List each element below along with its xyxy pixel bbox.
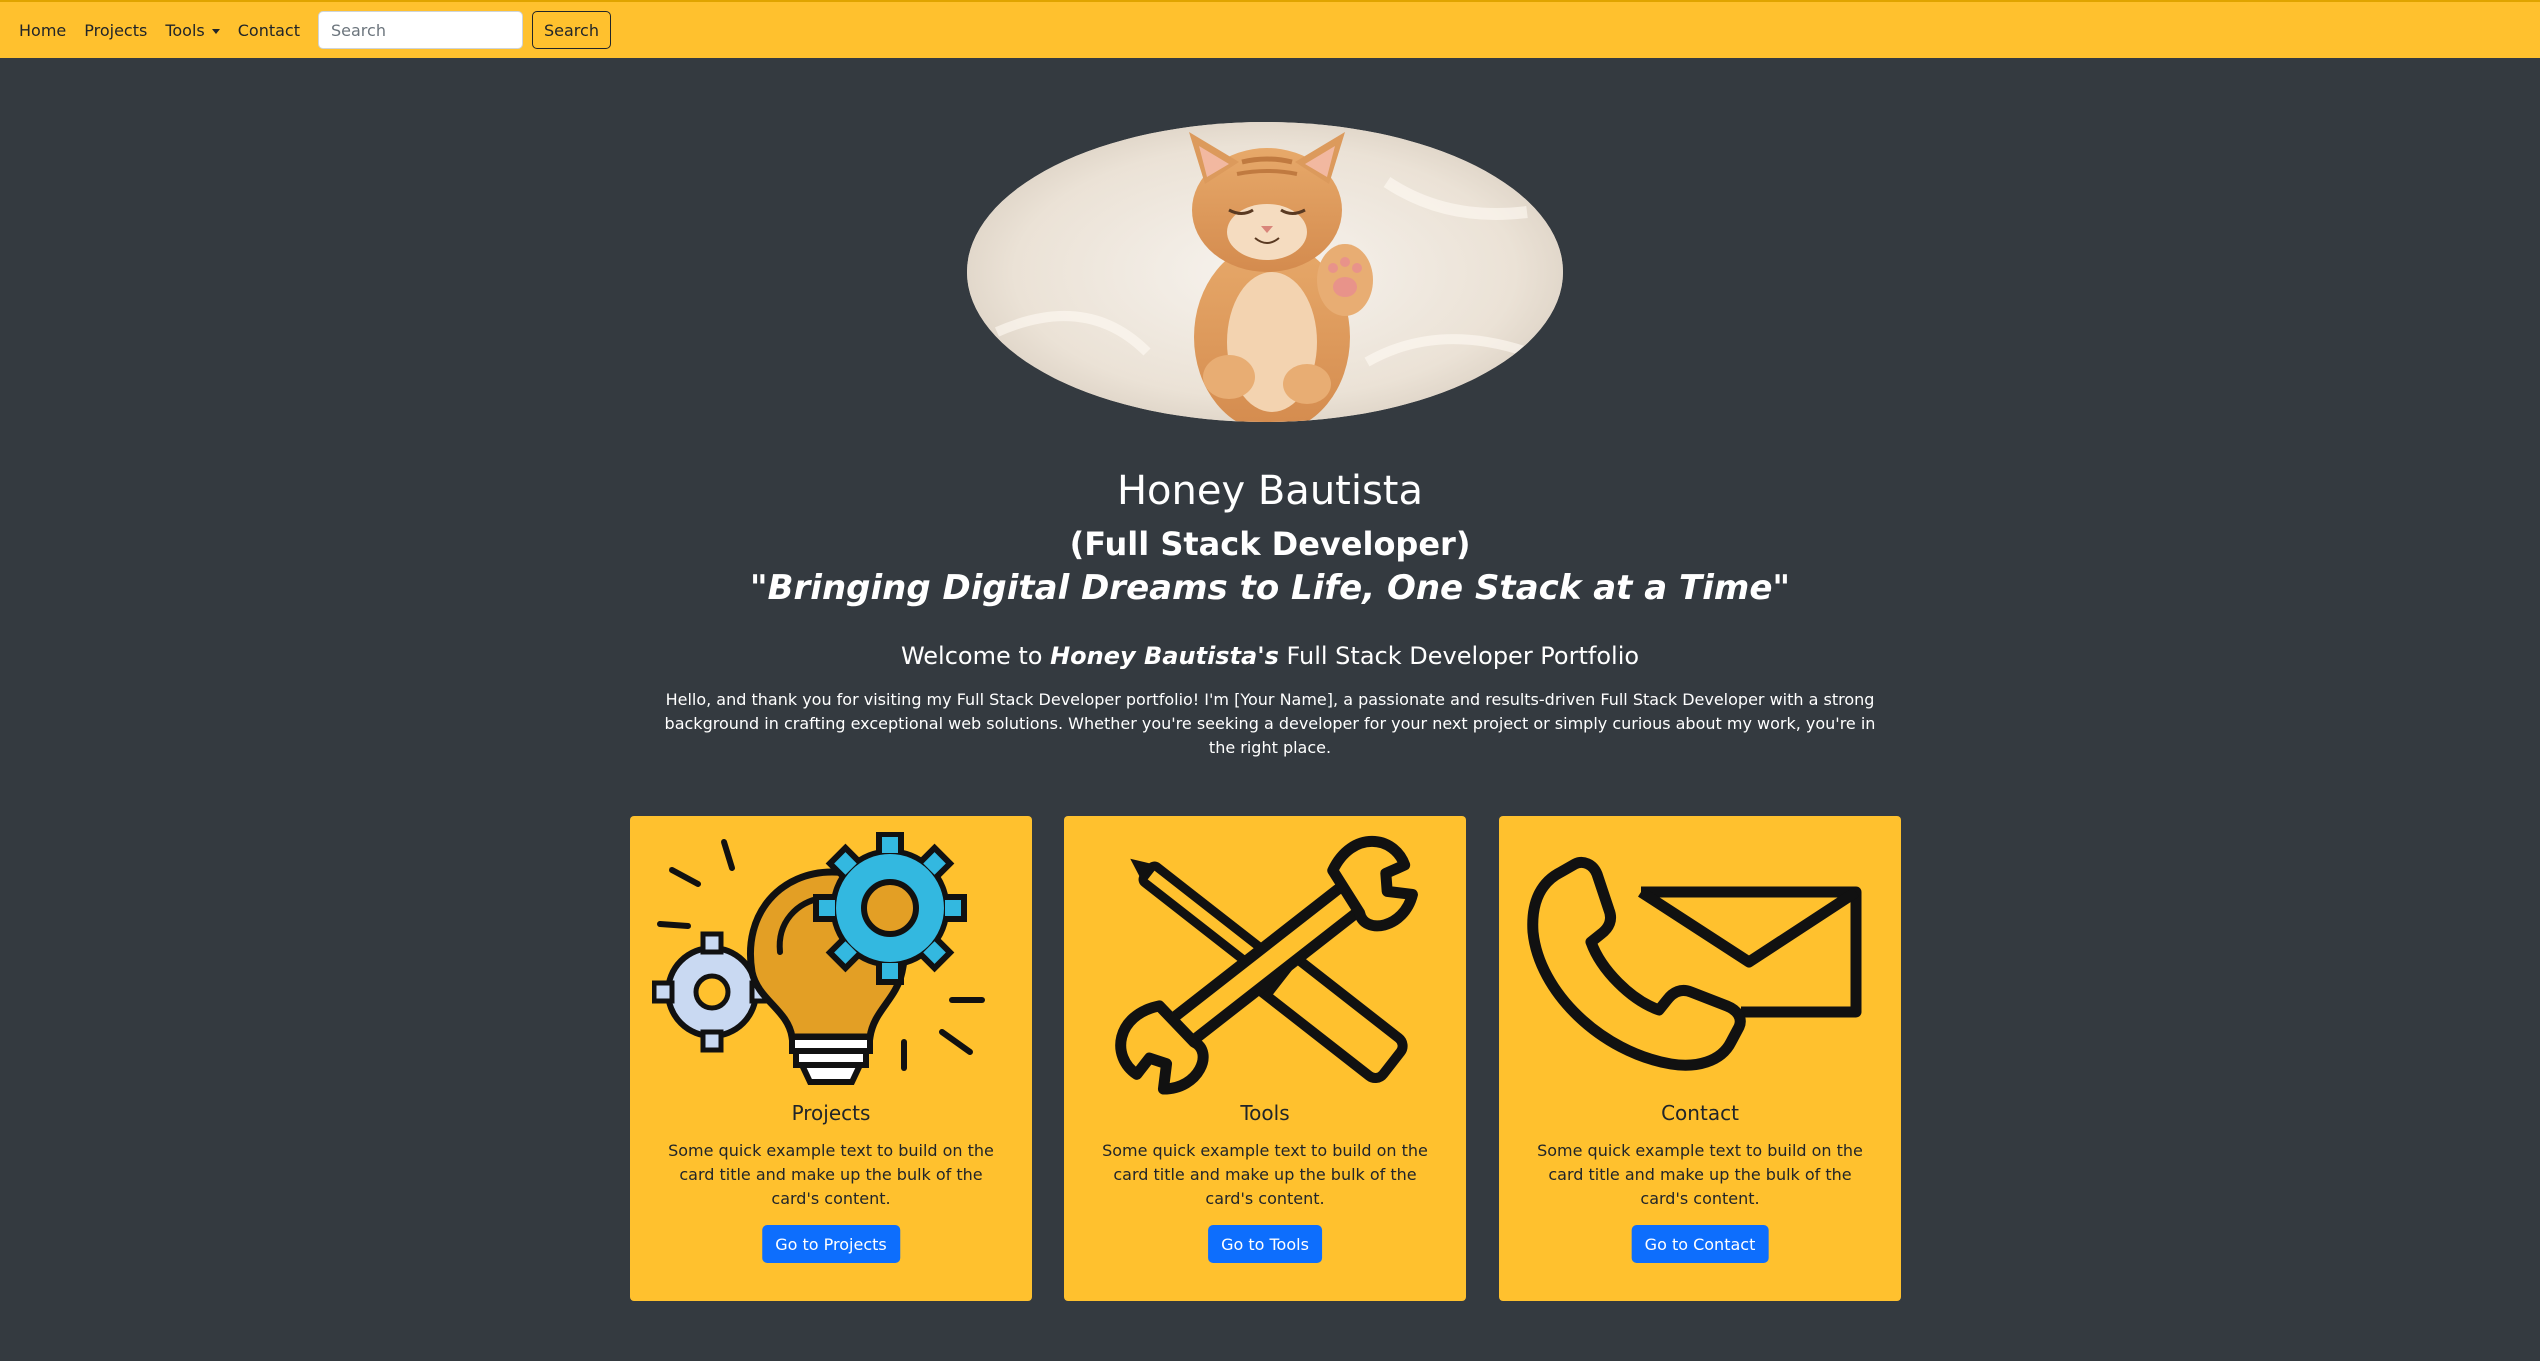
search-button[interactable]: Search [532,11,611,49]
caret-down-icon [211,28,220,34]
go-to-projects-button[interactable]: Go to Projects [762,1225,900,1263]
nav-contact[interactable]: Contact [238,21,300,40]
welcome-prefix: Welcome to [900,642,1051,670]
intro-paragraph: Hello, and thank you for visiting my Ful… [664,690,1876,757]
lightbulb-gears-icon [652,832,985,1085]
profile-photo [967,122,1563,422]
nav-tools-dropdown[interactable]: Tools [165,20,220,40]
card-tools: Tools Some quick example text to build o… [1064,816,1466,1301]
hero-motto: "Bringing Digital Dreams to Life, One St… [749,568,1791,608]
card-text: Some quick example text to build on the … [1537,1141,1863,1208]
card-text: Some quick example text to build on the … [668,1141,994,1208]
card-projects: Projects Some quick example text to buil… [630,816,1032,1301]
nav-tools-label: Tools [165,20,205,40]
card-contact: Contact Some quick example text to build… [1499,816,1901,1301]
card-title: Contact [1661,1101,1739,1125]
nav-projects[interactable]: Projects [84,21,147,40]
go-to-tools-button[interactable]: Go to Tools [1208,1225,1322,1263]
welcome-suffix: Full Stack Developer Portfolio [1278,642,1640,670]
welcome-name: Honey Bautista's [1050,642,1279,670]
nav-home[interactable]: Home [19,21,66,40]
go-to-contact-button[interactable]: Go to Contact [1631,1225,1769,1263]
card-title: Tools [1240,1101,1290,1125]
wrench-screwdriver-icon [1115,836,1418,1095]
card-title: Projects [791,1101,871,1125]
card-text: Some quick example text to build on the … [1102,1141,1428,1208]
hero-role: (Full Stack Developer) [1069,525,1471,563]
welcome-heading: Welcome to Honey Bautista's Full Stack D… [0,642,2540,670]
search-input[interactable] [318,11,523,49]
kitten-image [967,122,1563,422]
navbar: Home Projects Tools Contact Search [0,0,2540,58]
phone-envelope-icon [1527,856,1862,1071]
hero-name: Honey Bautista [1116,468,1424,514]
